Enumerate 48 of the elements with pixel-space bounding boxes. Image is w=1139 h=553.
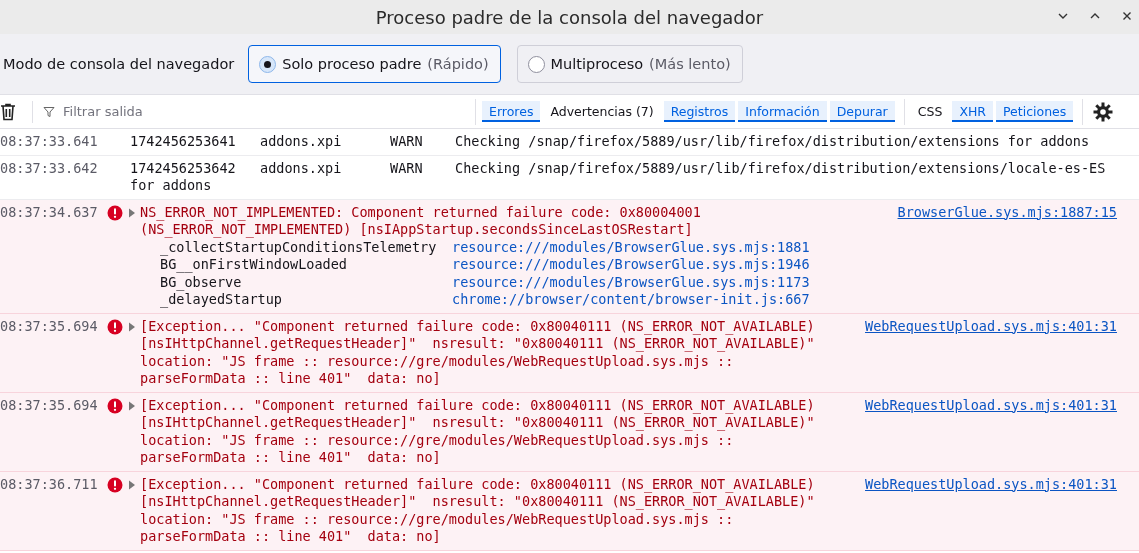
funnel-icon (43, 105, 55, 118)
expand-arrow-icon[interactable] (128, 479, 136, 490)
error-icon (107, 397, 123, 414)
stack-function: _collectStartupConditionsTelemetry (160, 238, 438, 256)
stack-location-link[interactable]: resource:///modules/BrowserGlue.sys.mjs:1946 (452, 256, 810, 274)
trash-icon[interactable] (0, 102, 16, 121)
expand-arrow-icon[interactable] (128, 207, 136, 218)
window-title: Proceso padre de la consola del navegador (375, 6, 764, 28)
timestamp: 08:37:35.694 (0, 396, 99, 414)
source-link[interactable]: WebRequestUpload.sys.mjs:401:31 (865, 396, 1117, 467)
mode-radio-button[interactable]: Solo proceso padre (Rápido) (248, 45, 501, 83)
stack-function: BG_observe (160, 273, 243, 291)
close-icon[interactable] (1121, 10, 1133, 22)
mode-radio-button[interactable]: Multiproceso (Más lento) (516, 45, 743, 83)
timestamp: 08:37:34.637 (0, 203, 99, 221)
filter-field[interactable]: Filtrar salida (61, 103, 445, 120)
stack-location-link[interactable]: chrome://browser/content/browser-init.js:667 (452, 291, 810, 309)
type-filter-button[interactable]: Peticiones (996, 101, 1074, 122)
level-filter-button[interactable]: Advertencias (7) (543, 101, 661, 122)
log-message: 1742456253641 addons.xpi WARN Checking /snap/firefox/5889/usr/lib/firefox/distribution/extensions for addons (130, 133, 1091, 151)
stack-function: _delayedStartup (160, 291, 283, 309)
stack-location-link[interactable]: resource:///modules/BrowserGlue.sys.mjs:1173 (452, 273, 810, 291)
log-message: 1742456253642 addons.xpi WARN Checking /snap/firefox/5889/usr/lib/firefox/distribution/extensions/locale-es-ES for addons (130, 159, 1107, 195)
source-link[interactable]: BrowserGlue.sys.mjs:1887:15 (897, 203, 1117, 239)
level-filter-button[interactable]: Registros (663, 101, 736, 122)
error-message: NS_ERROR_NOT_IMPLEMENTED: Component returned failure code: 0x80004001 (NS_ERROR_NOT_IMPLEMENTED) [nsIAppStartup.secondsSinceLastOSRestart] (140, 203, 702, 239)
error-message: [Exception... "Component returned failure code: 0x80040111 (NS_ERROR_NOT_AVAILABLE) [nsIHttpChannel.getRequestHeader]" nsresult: "0x80040111 (NS_ERROR_NOT_AVAILABLE)" location: "JS frame :: resource://gre/modules/WebRequestUpload.sys.mjs :: parseFormData :: line 401" data: no] (140, 317, 816, 388)
error-icon (107, 318, 123, 335)
error-icon (107, 204, 123, 221)
expand-arrow-icon[interactable] (128, 400, 136, 411)
level-filter-button[interactable]: Errores (482, 101, 541, 122)
source-link[interactable]: WebRequestUpload.sys.mjs:401:31 (865, 317, 1117, 388)
error-message: [Exception... "Component returned failure code: 0x80040111 (NS_ERROR_NOT_AVAILABLE) [nsIHttpChannel.getRequestHeader]" nsresult: "0x80040111 (NS_ERROR_NOT_AVAILABLE)" location: "JS frame :: resource://gre/modules/WebRequestUpload.sys.mjs :: parseFormData :: line 401" data: no] (140, 475, 816, 546)
level-filter-button[interactable]: Información (738, 101, 827, 122)
stack-location-link[interactable]: resource:///modules/BrowserGlue.sys.mjs:1881 (452, 238, 810, 256)
timestamp: 08:37:36.711 (0, 475, 99, 493)
type-filter-button[interactable]: CSS (910, 101, 950, 122)
source-link[interactable]: WebRequestUpload.sys.mjs:401:31 (865, 475, 1117, 546)
type-filter-button[interactable]: XHR (952, 101, 994, 122)
timestamp: 08:37:33.641 (0, 133, 99, 151)
expand-arrow-icon[interactable] (128, 321, 136, 332)
timestamp: 08:37:33.642 (0, 159, 99, 177)
level-filter-button[interactable]: Depurar (829, 101, 895, 122)
error-icon (107, 476, 123, 493)
console-mode-label: Modo de consola del navegador (3, 56, 235, 72)
stack-function: BG__onFirstWindowLoaded (160, 256, 348, 274)
timestamp: 08:37:35.694 (0, 317, 99, 335)
error-message: [Exception... "Component returned failure code: 0x80040111 (NS_ERROR_NOT_AVAILABLE) [nsIHttpChannel.getRequestHeader]" nsresult: "0x80040111 (NS_ERROR_NOT_AVAILABLE)" location: "JS frame :: resource://gre/modules/WebRequestUpload.sys.mjs :: parseFormData :: line 401" data: no] (140, 396, 816, 467)
